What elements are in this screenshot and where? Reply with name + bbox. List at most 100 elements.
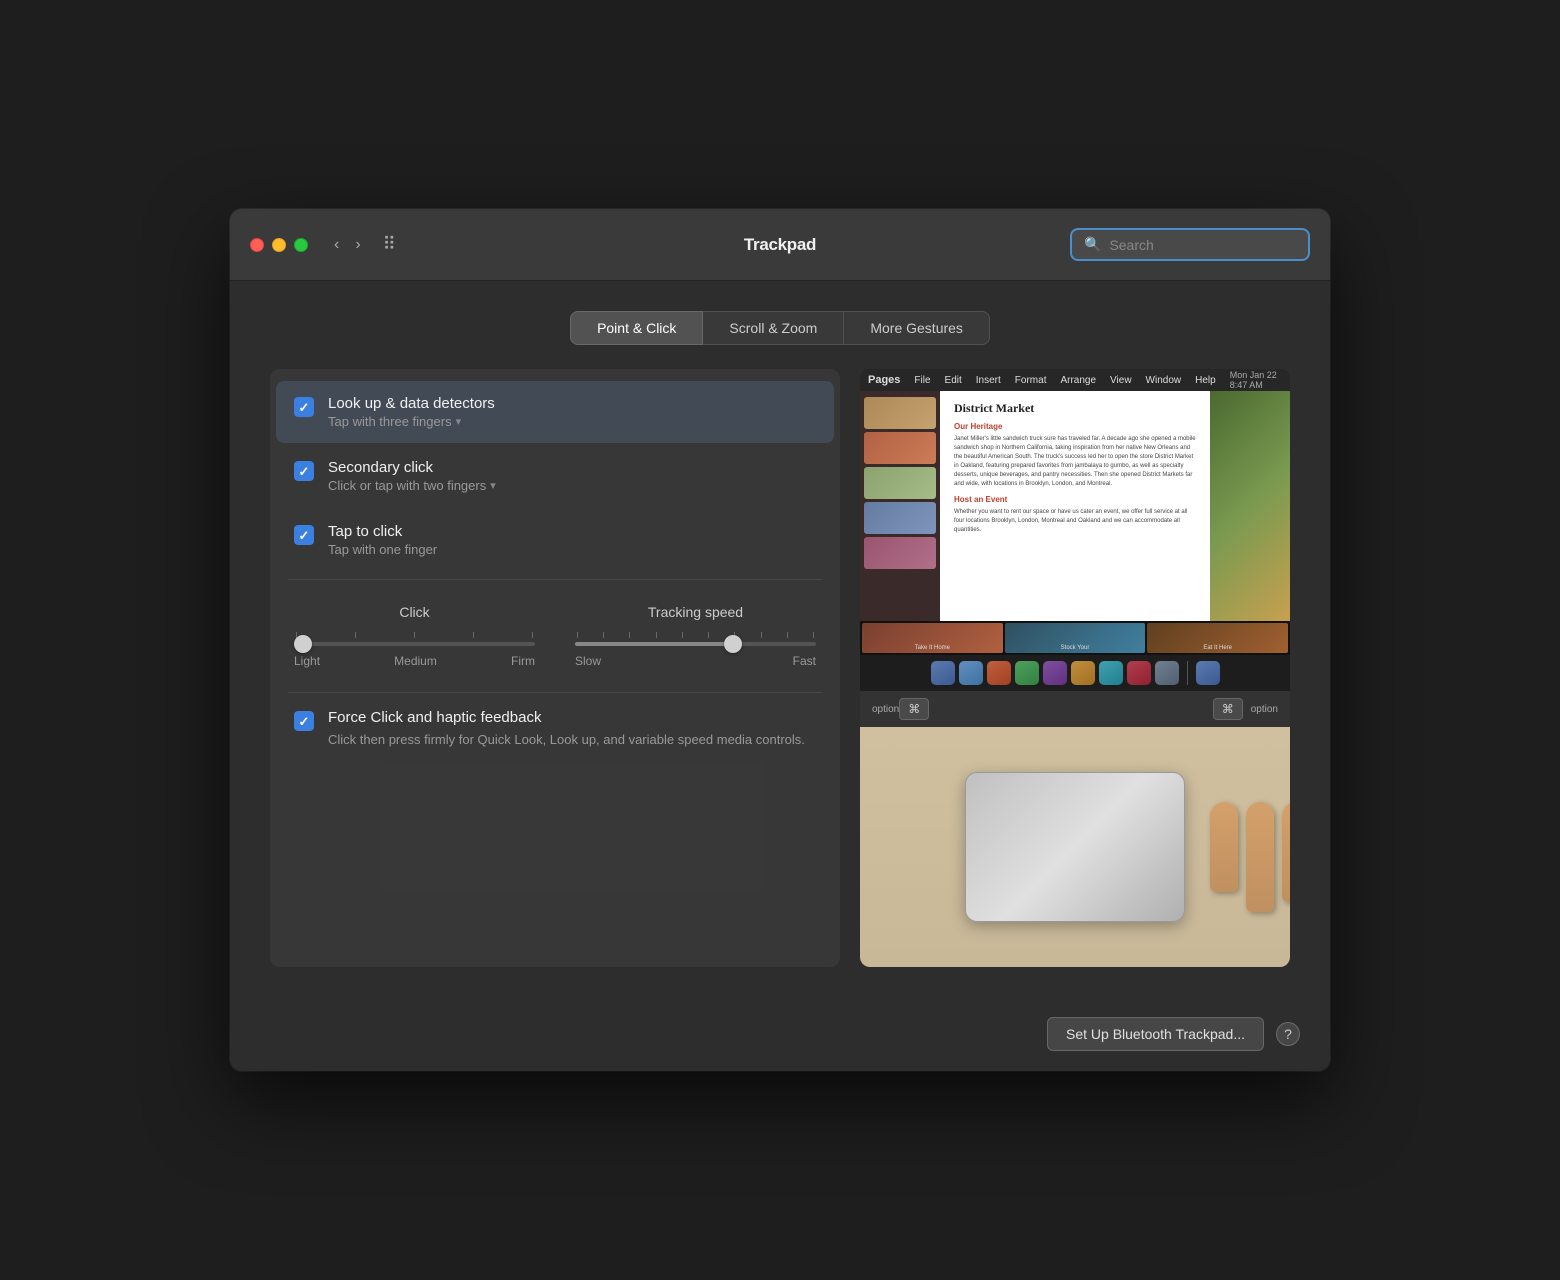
demo-screen: Pages File Edit Insert Format Arrange Vi…: [860, 369, 1290, 967]
tick-t5: [682, 632, 683, 638]
force-click-section[interactable]: ✓ Force Click and haptic feedback Click …: [276, 701, 834, 758]
option-text-look-up: Look up & data detectors Tap with three …: [328, 395, 495, 429]
option-label-look-up: Look up & data detectors: [328, 395, 495, 412]
grid-icon[interactable]: ⠿: [383, 234, 396, 255]
dock-icon-4: [1015, 661, 1039, 685]
main-area: ✓ Look up & data detectors Tap with thre…: [270, 369, 1290, 967]
click-label-light: Light: [294, 654, 320, 668]
tabs: Point & Click Scroll & Zoom More Gesture…: [270, 311, 1290, 345]
option-look-up[interactable]: ✓ Look up & data detectors Tap with thre…: [276, 381, 834, 443]
tab-scroll-zoom[interactable]: Scroll & Zoom: [703, 311, 844, 345]
help-button[interactable]: ?: [1276, 1022, 1300, 1046]
tracking-slider-fill: [575, 642, 732, 646]
back-arrow[interactable]: ‹: [328, 233, 345, 257]
trackpad-container: [860, 772, 1290, 922]
sliders-section: Click: [270, 588, 840, 684]
dock-icon-10: [1196, 661, 1220, 685]
trackpad-device: [965, 772, 1185, 922]
food-thumbnails-row: Take It Home Stock Your Eat It Here: [860, 621, 1290, 655]
search-bar[interactable]: 🔍: [1070, 228, 1310, 261]
tracking-slider-thumb[interactable]: [724, 635, 742, 653]
minimize-button[interactable]: [272, 238, 286, 252]
tick-2: [355, 632, 356, 638]
subtitle-text-secondary-click: Click or tap with two fingers: [328, 478, 486, 493]
click-slider-thumb[interactable]: [294, 635, 312, 653]
checkmark-look-up: ✓: [299, 401, 310, 414]
chevron-look-up: ▾: [456, 415, 462, 428]
bottom-bar: Set Up Bluetooth Trackpad... ?: [230, 997, 1330, 1071]
option-text-tap-to-click: Tap to click Tap with one finger: [328, 523, 437, 557]
tick-t8: [761, 632, 762, 638]
doc-subtitle: Our Heritage: [954, 422, 1196, 431]
mac-menubar-file: File: [914, 375, 930, 386]
thumb-2: [864, 432, 936, 464]
checkbox-force-click[interactable]: ✓: [294, 711, 314, 731]
thumb-food-2: Stock Your: [1005, 623, 1146, 653]
tick-t4: [656, 632, 657, 638]
search-input[interactable]: [1109, 237, 1296, 253]
content-area: Point & Click Scroll & Zoom More Gesture…: [230, 281, 1330, 997]
tracking-slider-title: Tracking speed: [575, 604, 816, 620]
checkmark-force-click: ✓: [299, 715, 310, 728]
tick-5: [532, 632, 533, 638]
maximize-button[interactable]: [294, 238, 308, 252]
kbd-symbol-cmd-right: ⌘: [1222, 702, 1234, 716]
click-slider-labels: Light Medium Firm: [294, 654, 535, 668]
kbd-command-left: ⌘: [899, 698, 929, 720]
close-button[interactable]: [250, 238, 264, 252]
dock-icon-6: [1071, 661, 1095, 685]
tick-3: [414, 632, 415, 638]
option-subtitle-look-up[interactable]: Tap with three fingers ▾: [328, 414, 495, 429]
subtitle-text-look-up: Tap with three fingers: [328, 414, 452, 429]
mac-dock: [860, 655, 1290, 691]
click-slider-title: Click: [294, 604, 535, 620]
window-title: Trackpad: [744, 235, 816, 255]
click-label-medium: Medium: [394, 654, 437, 668]
click-slider-track[interactable]: [294, 642, 535, 646]
chevron-secondary-click: ▾: [490, 479, 496, 492]
mac-menubar-pages: Pages: [868, 374, 900, 386]
divider-1: [288, 579, 822, 580]
dock-icon-2: [959, 661, 983, 685]
right-panel: Pages File Edit Insert Format Arrange Vi…: [860, 369, 1290, 967]
checkbox-tap-to-click[interactable]: ✓: [294, 525, 314, 545]
trackpad-area: [860, 727, 1290, 967]
subtitle-text-tap-to-click: Tap with one finger: [328, 542, 437, 557]
force-click-text: Force Click and haptic feedback Click th…: [328, 709, 805, 750]
dock-separator: [1187, 661, 1188, 685]
tracking-slider-track[interactable]: [575, 642, 816, 646]
forward-arrow[interactable]: ›: [349, 233, 366, 257]
option-secondary-click[interactable]: ✓ Secondary click Click or tap with two …: [276, 445, 834, 507]
tick-marks-click: [294, 632, 535, 638]
keyboard-bar: option ⌘ ⌘ option: [860, 691, 1290, 727]
thumb-4: [864, 502, 936, 534]
dock-icon-8: [1127, 661, 1151, 685]
tab-more-gestures[interactable]: More Gestures: [844, 311, 990, 345]
kbd-symbol-cmd-left: ⌘: [908, 702, 920, 716]
thumb-food-1: Take It Home: [862, 623, 1003, 653]
click-slider-group: Click: [294, 604, 535, 668]
mac-menubar-window: Window: [1146, 375, 1182, 386]
option-text-secondary-click: Secondary click Click or tap with two fi…: [328, 459, 496, 493]
tick-t2: [603, 632, 604, 638]
option-tap-to-click[interactable]: ✓ Tap to click Tap with one finger: [276, 509, 834, 571]
divider-2: [288, 692, 822, 693]
kbd-command-right: ⌘: [1213, 698, 1243, 720]
option-label-tap-to-click: Tap to click: [328, 523, 437, 540]
left-panel: ✓ Look up & data detectors Tap with thre…: [270, 369, 840, 967]
mac-menubar-format: Format: [1015, 375, 1047, 386]
checkbox-secondary-click[interactable]: ✓: [294, 461, 314, 481]
checkmark-tap-to-click: ✓: [299, 529, 310, 542]
nav-arrows: ‹ ›: [328, 233, 367, 257]
tab-point-click[interactable]: Point & Click: [570, 311, 703, 345]
tracking-slider-labels: Slow Fast: [575, 654, 816, 668]
mac-menubar-arrange: Arrange: [1060, 375, 1096, 386]
tick-marks-tracking: [575, 632, 816, 638]
mac-main-doc: District Market Our Heritage Janet Mille…: [940, 391, 1210, 621]
option-subtitle-tap-to-click: Tap with one finger: [328, 542, 437, 557]
sliders-row: Click: [294, 604, 816, 668]
option-subtitle-secondary-click[interactable]: Click or tap with two fingers ▾: [328, 478, 496, 493]
setup-bluetooth-button[interactable]: Set Up Bluetooth Trackpad...: [1047, 1017, 1264, 1051]
checkbox-look-up[interactable]: ✓: [294, 397, 314, 417]
mac-food-image: [1210, 391, 1290, 621]
